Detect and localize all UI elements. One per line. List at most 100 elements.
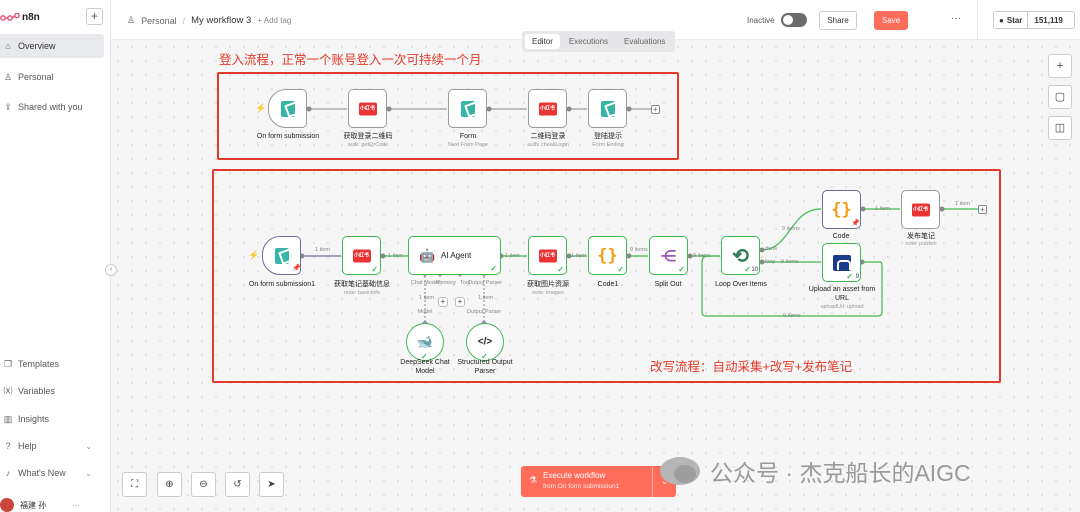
- node-subtitle: Form Ending: [592, 142, 624, 148]
- node-upload-asset[interactable]: ✓ 9: [822, 243, 861, 282]
- edge-label: 9 items: [630, 247, 648, 253]
- node-login-tip[interactable]: [588, 89, 627, 128]
- edge-label: 1 item: [505, 253, 520, 259]
- node-label: Split Out: [654, 281, 682, 288]
- node-get-note-info[interactable]: 小红书 ✓: [342, 236, 381, 275]
- edge-label: 1 item: [571, 253, 586, 259]
- port-label: Model: [417, 309, 433, 315]
- watermark-text: 公众号 · 杰克船长的AIGC: [710, 460, 971, 486]
- node-label: 登陆提示: [594, 133, 622, 140]
- watermark: 公众号 · 杰克船长的AIGC: [660, 454, 971, 488]
- node-loop-over-items[interactable]: ⟲ ✓ 10: [721, 236, 760, 275]
- code-brackets-icon: </>: [477, 336, 493, 348]
- add-memory-icon[interactable]: +: [438, 297, 448, 307]
- trigger-bolt-icon: ⚡: [255, 103, 267, 113]
- form-icon: [460, 100, 475, 117]
- execute-label: Execute workflow: [543, 471, 606, 480]
- wechat-icon: [660, 457, 700, 485]
- node-label: Code: [832, 233, 850, 240]
- edge-label: 9 items: [782, 226, 800, 232]
- code-braces-icon: {}: [831, 199, 852, 220]
- fit-view-icon[interactable]: ⛶: [122, 472, 147, 497]
- add-next-node-icon[interactable]: +: [651, 105, 660, 114]
- node-label: Form: [459, 133, 477, 140]
- node-label: AI Agent: [441, 251, 472, 260]
- form-icon: [600, 100, 615, 117]
- success-check-icon: ✓: [846, 272, 853, 281]
- form-icon: [274, 247, 289, 264]
- node-on-form-submission[interactable]: [268, 89, 307, 128]
- flask-icon: ⚗: [529, 475, 538, 485]
- node-subtitle: auth: getQrCode: [347, 142, 389, 148]
- node-label: Structured Output Parser: [457, 359, 513, 375]
- edge-label: 9 items: [693, 253, 711, 259]
- node-qrcode-login[interactable]: 小红书: [528, 89, 567, 128]
- port-label: Output Parser: [466, 309, 502, 315]
- node-structured-output-parser[interactable]: </> ✓: [466, 323, 504, 361]
- execute-workflow-button[interactable]: ⚗ Execute workflow from On form submissi…: [521, 466, 676, 497]
- node-get-images[interactable]: 小红书 ✓: [528, 236, 567, 275]
- node-label: DeepSeek Chat Model: [400, 359, 450, 375]
- pointer-icon[interactable]: ➤: [259, 472, 284, 497]
- node-label: 获取图片资源: [527, 281, 569, 288]
- edge-label: 1 item: [419, 295, 434, 301]
- add-next-node-icon[interactable]: +: [978, 205, 987, 214]
- success-check-icon: ✓: [744, 265, 751, 274]
- edge-label: 1 item: [875, 206, 890, 212]
- deepseek-whale-icon: 🐋: [416, 334, 434, 349]
- node-label: Upload an asset from URL: [808, 286, 876, 302]
- edge-label: done: [765, 246, 778, 252]
- success-check-icon: ✓: [617, 265, 624, 274]
- undo-icon[interactable]: ↺: [225, 472, 250, 497]
- node-label: Code1: [597, 281, 619, 288]
- node-subtitle: note: publish: [905, 241, 937, 247]
- execute-sublabel: from On form submission1: [543, 483, 620, 490]
- node-publish-note[interactable]: 小红书: [901, 190, 940, 229]
- node-subtitle: note: basicInfo: [344, 290, 380, 296]
- pin-icon: 📌: [292, 265, 301, 272]
- xiaohongshu-icon: 小红书: [358, 102, 377, 115]
- zoom-out-icon[interactable]: ⊖: [191, 472, 216, 497]
- edge-label: 1 item: [315, 247, 330, 253]
- success-check-icon: ✓: [557, 265, 564, 274]
- node-label: On form submission: [256, 133, 320, 140]
- node-get-qrcode[interactable]: 小红书: [348, 89, 387, 128]
- zoom-in-icon[interactable]: ⊕: [157, 472, 182, 497]
- edge-label: 1 item: [478, 295, 493, 301]
- edge-label: 9 items: [781, 259, 799, 265]
- xiaohongshu-icon: 小红书: [538, 102, 557, 115]
- edge-label: 1 item: [955, 201, 970, 207]
- success-check-icon: ✓: [678, 265, 685, 274]
- form-icon: [280, 100, 295, 117]
- trigger-bolt-icon: ⚡: [248, 250, 260, 260]
- xiaohongshu-icon: 小红书: [911, 203, 930, 216]
- node-subtitle: note: images: [532, 290, 564, 296]
- node-deepseek-chat-model[interactable]: 🐋 ✓: [406, 323, 444, 361]
- edge-label: loop: [765, 259, 776, 265]
- edge-label: 1 item: [388, 253, 403, 259]
- upload-icon: [832, 254, 851, 271]
- node-form[interactable]: [448, 89, 487, 128]
- success-check-icon: ✓: [490, 264, 497, 273]
- node-subtitle: Next Form Page: [447, 142, 489, 148]
- node-ai-agent[interactable]: 🤖 AI Agent ✓: [408, 236, 501, 275]
- pin-icon: 📌: [851, 220, 860, 227]
- run-count: 9: [855, 274, 859, 280]
- port-label: Output Parser: [467, 280, 503, 286]
- robot-icon: 🤖: [419, 248, 436, 263]
- node-label: Loop Over Items: [715, 281, 767, 288]
- port-label: Memory: [436, 280, 456, 286]
- node-split-out[interactable]: ⋲ ✓: [649, 236, 688, 275]
- node-label: 发布笔记: [907, 233, 935, 240]
- node-label: On form submission1: [248, 281, 316, 288]
- node-label: 获取登录二维码: [343, 133, 393, 140]
- node-subtitle: uploadUrl: upload: [820, 304, 864, 310]
- xiaohongshu-icon: 小红书: [538, 249, 557, 262]
- xiaohongshu-icon: 小红书: [352, 249, 371, 262]
- edge-label: 9 items: [783, 313, 801, 319]
- add-tool-icon[interactable]: +: [455, 297, 465, 307]
- run-count: 10: [751, 267, 758, 273]
- success-check-icon: ✓: [371, 265, 378, 274]
- code-braces-icon: {}: [597, 245, 618, 266]
- node-code1[interactable]: {} ✓: [588, 236, 627, 275]
